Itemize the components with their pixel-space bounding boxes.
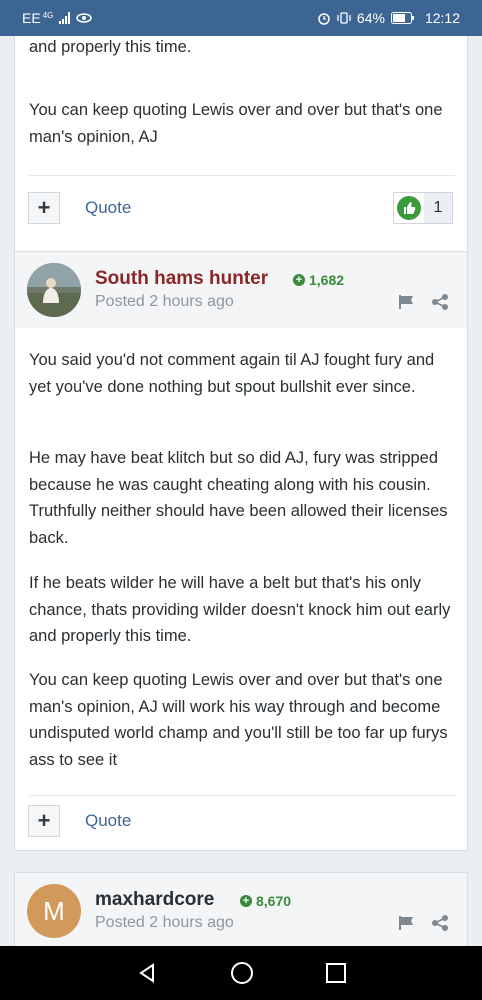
like-icon	[394, 193, 424, 223]
battery-percent: 64%	[356, 10, 385, 26]
vibrate-icon	[337, 12, 351, 24]
quote-button[interactable]: Quote	[85, 811, 131, 831]
plus-circle-icon: +	[293, 274, 305, 286]
author-name[interactable]: maxhardcore	[95, 889, 214, 911]
reaction-button[interactable]: 1	[393, 192, 453, 224]
avatar-letter: M	[43, 895, 65, 926]
reputation-value: 8,670	[256, 893, 292, 909]
plus-icon: +	[37, 808, 51, 833]
plus-circle-icon: +	[240, 895, 252, 907]
avatar[interactable]	[27, 263, 81, 317]
eye-icon	[76, 13, 93, 23]
author-name[interactable]: South hams hunter	[95, 268, 268, 290]
reaction-count: 1	[424, 193, 452, 223]
status-bar: EE 4G 64% 12:12	[0, 0, 482, 36]
avatar[interactable]: M	[27, 884, 81, 938]
clock: 12:12	[424, 10, 460, 26]
multiquote-button[interactable]: +	[28, 192, 60, 224]
flag-icon[interactable]	[398, 915, 416, 931]
status-left: EE 4G	[22, 10, 93, 26]
home-nav-icon[interactable]	[230, 961, 254, 985]
alarm-icon	[318, 13, 330, 25]
post-paragraph: You can keep quoting Lewis over and over…	[29, 671, 448, 769]
post-header: South hams hunter + 1,682 Posted 2 hours…	[15, 252, 467, 328]
post-header: M maxhardcore + 8,670 Posted 2 hours ago	[15, 873, 467, 946]
quote-button[interactable]: Quote	[85, 198, 131, 218]
post-timestamp: Posted 2 hours ago	[95, 293, 234, 310]
post-timestamp: Posted 2 hours ago	[95, 914, 234, 931]
post-feed[interactable]: chance, thats providing wilder doesn't k…	[0, 36, 482, 946]
post-paragraph: He may have beat klitch but so did AJ, f…	[29, 449, 448, 547]
reputation-badge: + 1,682	[293, 272, 344, 288]
share-icon[interactable]	[431, 914, 449, 932]
post-card: South hams hunter + 1,682 Posted 2 hours…	[14, 251, 468, 851]
multiquote-button[interactable]: +	[28, 805, 60, 837]
reputation-value: 1,682	[309, 272, 345, 288]
carrier-label: EE	[22, 10, 41, 26]
battery-icon	[390, 12, 414, 24]
post-paragraph: You can keep quoting Lewis over and over…	[29, 101, 443, 146]
recents-nav-icon[interactable]	[326, 963, 346, 983]
post-paragraph: chance, thats providing wilder doesn't k…	[29, 37, 192, 56]
flag-icon[interactable]	[398, 294, 416, 310]
divider	[29, 175, 455, 176]
divider	[29, 795, 455, 796]
post-card: M maxhardcore + 8,670 Posted 2 hours ago	[14, 872, 468, 946]
back-nav-icon[interactable]	[136, 962, 158, 984]
reputation-badge: + 8,670	[240, 893, 291, 909]
post-card: chance, thats providing wilder doesn't k…	[14, 36, 468, 266]
network-label: 4G	[42, 10, 54, 20]
post-paragraph: If he beats wilder he will have a belt b…	[29, 574, 451, 645]
plus-icon: +	[37, 195, 51, 220]
system-nav-bar	[0, 946, 482, 1000]
signal-icon	[59, 12, 71, 24]
status-right: 64% 12:12	[317, 10, 460, 26]
post-paragraph: You said you'd not comment again til AJ …	[29, 351, 435, 396]
share-icon[interactable]	[431, 293, 449, 311]
